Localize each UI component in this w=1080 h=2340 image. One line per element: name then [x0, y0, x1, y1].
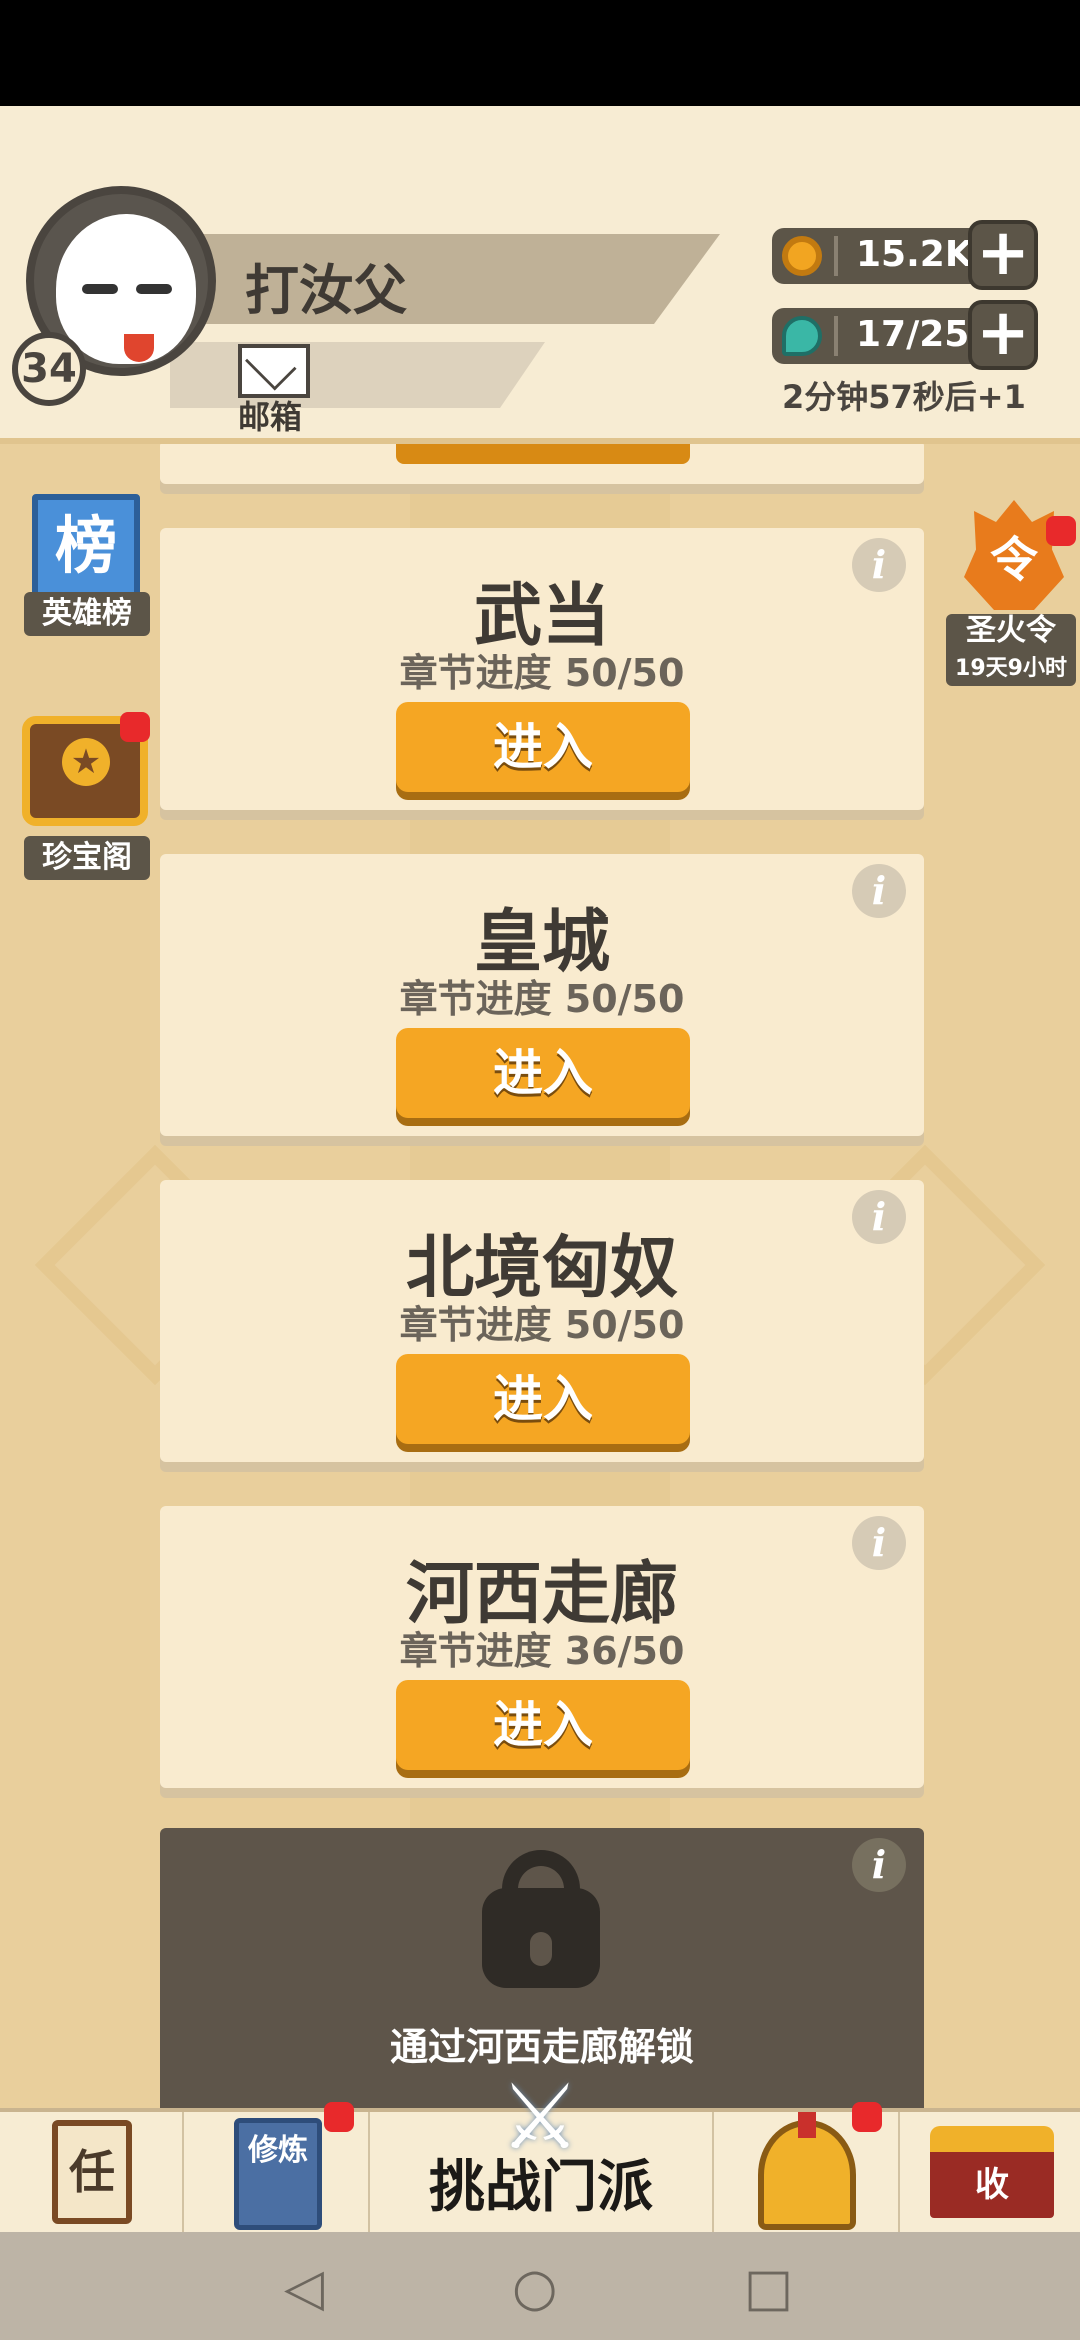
- avatar-tongue: [124, 334, 154, 362]
- nav-shop[interactable]: 收: [900, 2112, 1080, 2236]
- divider: [834, 236, 838, 276]
- notification-dot: [324, 2102, 354, 2132]
- sect-card: i 河西走廊 章节进度 36/50 进入: [160, 1506, 924, 1788]
- enter-button[interactable]: 进入: [396, 1028, 690, 1118]
- home-icon[interactable]: ○: [512, 2262, 557, 2314]
- enter-button[interactable]: 进入: [396, 702, 690, 792]
- leaderboard-icon[interactable]: 榜: [32, 494, 140, 602]
- crossed-swords-icon: ⚔: [499, 2065, 581, 2170]
- treasure-pavilion-label[interactable]: 珍宝阁: [24, 836, 150, 880]
- level-badge: 34: [12, 332, 86, 406]
- mail-icon[interactable]: [238, 344, 310, 398]
- energy-timer: 2分钟57秒后+1: [782, 378, 1026, 416]
- avatar-face: [56, 214, 196, 364]
- coin-value: 15.2K: [856, 234, 973, 275]
- mail-banner: [170, 342, 545, 408]
- info-icon[interactable]: i: [852, 1838, 906, 1892]
- flame-token-timer: 19天9小时: [955, 656, 1067, 681]
- book-icon: 修炼: [234, 2118, 322, 2230]
- enter-button[interactable]: 进入: [396, 1680, 690, 1770]
- sect-card: i 武当 章节进度 50/50 进入: [160, 528, 924, 810]
- notification-dot: [1046, 516, 1076, 546]
- add-energy-button[interactable]: +: [968, 300, 1038, 370]
- leaderboard-label[interactable]: 英雄榜: [24, 592, 150, 636]
- chapter-progress: 章节进度 50/50: [399, 977, 685, 1021]
- nav-tower[interactable]: [714, 2102, 900, 2236]
- recent-apps-icon[interactable]: □: [744, 2262, 793, 2314]
- status-bar: [0, 0, 1080, 106]
- chapter-progress: 章节进度 50/50: [399, 1303, 685, 1347]
- coin-icon: [782, 236, 822, 276]
- add-coins-button[interactable]: +: [968, 220, 1038, 290]
- notification-dot: [852, 2102, 882, 2132]
- shop-icon: 收: [930, 2126, 1054, 2218]
- energy-value: 17/25: [856, 314, 970, 355]
- energy-icon: [782, 316, 822, 356]
- enter-button[interactable]: 进入: [396, 1354, 690, 1444]
- sect-card: i 北境匈奴 章节进度 50/50 进入: [160, 1180, 924, 1462]
- previous-sect-card: [160, 440, 924, 484]
- system-navigation-bar: ◁ ○ □: [0, 2232, 1080, 2340]
- divider: [834, 316, 838, 356]
- nav-training[interactable]: 修炼: [184, 2102, 370, 2236]
- notification-dot: [120, 712, 150, 742]
- back-icon[interactable]: ◁: [284, 2262, 324, 2314]
- chapter-progress: 章节进度 36/50: [399, 1629, 685, 1673]
- player-header: 打汝父 邮箱 34 15.2K + 17/25 + 2分钟57秒后+1: [0, 106, 1080, 444]
- chapter-progress: 章节进度 50/50: [399, 651, 685, 695]
- helmet-icon: [758, 2112, 856, 2230]
- scroll-icon: 任: [52, 2120, 132, 2224]
- player-name: 打汝父: [245, 259, 407, 322]
- nav-tasks[interactable]: 任: [0, 2112, 184, 2236]
- mail-label[interactable]: 邮箱: [238, 392, 302, 438]
- unlock-requirement: 通过河西走廊解锁: [389, 2025, 694, 2069]
- avatar-eye-right: [136, 284, 172, 294]
- avatar-eye-left: [82, 284, 118, 294]
- sect-card: i 皇城 章节进度 50/50 进入: [160, 854, 924, 1136]
- lock-keyhole: [530, 1932, 552, 1966]
